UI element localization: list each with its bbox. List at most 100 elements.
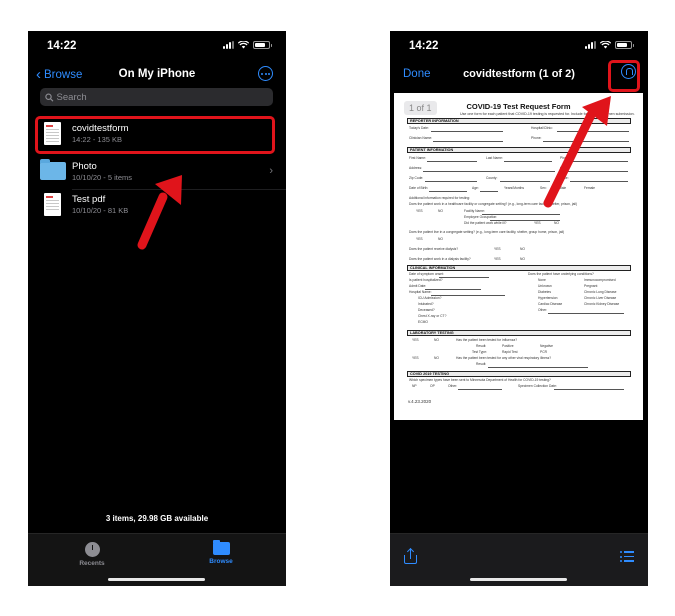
tab-browse[interactable]: Browse [191, 540, 251, 565]
files-app-screen: 14:22 ‹ Browse On My iPhone covidtestfor… [28, 31, 286, 586]
search-bar[interactable] [40, 88, 273, 106]
checkbox-option: Rapid Test [502, 350, 518, 354]
home-indicator [470, 578, 567, 581]
file-name: Photo [72, 161, 97, 172]
folder-icon [40, 159, 66, 180]
highlight-box [35, 116, 275, 154]
search-input[interactable] [56, 91, 273, 103]
file-meta: 10/10/20 - 5 items [72, 173, 133, 182]
form-field: City: [560, 166, 628, 172]
section-header: COVID 2019 TESTING [407, 371, 631, 377]
checkbox-option: Chronic Lung Disease [584, 290, 617, 294]
form-field: Other: [538, 308, 624, 314]
section-header: REPORTER INFORMATION [407, 118, 631, 124]
pdf-thumbnail-icon [44, 193, 61, 216]
form-version: v.4.23.2020 [408, 399, 432, 404]
file-row-test-pdf[interactable]: Test pdf 10/10/20 - 81 KB [28, 190, 286, 223]
form-field: Date of symptom onset: [409, 272, 489, 278]
checkbox-option: Deceased? [418, 308, 435, 312]
checkbox-option: NP [412, 384, 417, 388]
checkbox-option: Immunocompromised [584, 278, 616, 282]
checkbox-option: Chest X-ray or CT? [418, 314, 447, 318]
chevron-right-icon: › [269, 165, 273, 177]
section-header: LABORATORY TESTING [407, 330, 631, 336]
file-meta: 10/10/20 - 81 KB [72, 206, 129, 215]
form-field: Hospital Name: [409, 290, 505, 296]
checkbox-option: YES [494, 257, 501, 261]
tab-recents[interactable]: Recents [62, 542, 122, 567]
checkbox-option: NO [520, 247, 525, 251]
form-question: Is patient hospitalized? [409, 278, 443, 282]
checkbox-option: YES [416, 237, 423, 241]
signal-icon [223, 41, 234, 49]
form-field: Phone: [531, 136, 629, 142]
file-row-photo[interactable]: Photo 10/10/20 - 5 items › [28, 157, 286, 190]
pdf-viewer-screen: 14:22 Done covidtestform (1 of 2) COVID-… [390, 31, 648, 586]
checkbox-option: Pregnant [584, 284, 598, 288]
wifi-icon [600, 41, 611, 49]
checkbox-option: NO [438, 237, 443, 241]
checkbox-option: Positive [502, 344, 514, 348]
pdf-page: COVID-19 Test Request Form Use one form … [394, 93, 643, 420]
battery-icon [615, 41, 634, 49]
wifi-icon [238, 41, 249, 49]
home-indicator [108, 578, 205, 581]
form-field: Facility Name: [464, 209, 560, 215]
checkbox-option: NO [520, 257, 525, 261]
status-icons [223, 41, 272, 49]
form-question: Does the patient have underlying conditi… [528, 272, 594, 276]
form-question: Does the patient work in a dialysis faci… [409, 257, 471, 261]
form-field: Hospital/Clinic: [531, 126, 629, 132]
checkbox-option: YES [416, 209, 423, 213]
navigation-bar: ‹ Browse On My iPhone [28, 65, 286, 85]
form-field: Result: [476, 362, 588, 368]
form-field: Employee Occupation: [464, 215, 560, 221]
checkbox-option: ECMO [418, 320, 428, 324]
status-time: 14:22 [47, 40, 77, 52]
form-field: Result: [476, 344, 487, 348]
form-field: Today's Date: [409, 126, 503, 132]
checkbox-option: Hypertension [538, 296, 558, 300]
checkbox-option: YES [412, 338, 419, 342]
status-bar: 14:22 [390, 31, 648, 61]
form-question: Has the patient been tested for any othe… [456, 356, 552, 360]
checkbox-option: NO [434, 338, 439, 342]
checkbox-option: Negative [540, 344, 554, 348]
form-field: Last Name: [486, 156, 552, 162]
form-field: Address: [409, 166, 555, 172]
section-header: PATIENT INFORMATION [407, 147, 631, 153]
status-time: 14:22 [409, 40, 439, 52]
checkbox-option: ICU Admission? [418, 296, 442, 300]
checkbox-option: Unknown [538, 284, 552, 288]
form-question: Does the patient receive dialysis? [409, 247, 459, 251]
form-question: Has the patient been tested for influenz… [456, 338, 518, 342]
share-icon[interactable] [404, 549, 417, 564]
checkbox-option: Diabetes [538, 290, 552, 294]
status-icons [585, 41, 634, 49]
tab-bar: Recents Browse [28, 533, 286, 586]
form-field: Years/Months [504, 186, 525, 190]
form-field: Other: [448, 384, 502, 390]
checkbox-option: Intubated? [418, 302, 434, 306]
tab-label: Recents [79, 560, 105, 567]
checkbox-option: YES [494, 247, 501, 251]
form-field: Zip Code: [409, 176, 477, 182]
form-field: First Name: [409, 156, 477, 162]
highlight-box [608, 60, 640, 92]
checkbox-option: None [538, 278, 546, 282]
form-subtitle: Use one form for each patient that COVID… [460, 112, 635, 116]
clock-icon [84, 542, 100, 557]
checkbox-option: Cardiac Disease [538, 302, 563, 306]
checkbox-option: Chronic Liver Disease [584, 296, 617, 300]
bottom-toolbar [390, 533, 648, 586]
form-note: Additional information required for test… [409, 196, 471, 200]
list-icon[interactable] [620, 551, 634, 562]
checkbox-option: NO [438, 209, 443, 213]
form-field: Test Type: [472, 350, 487, 354]
more-options-icon[interactable] [258, 66, 273, 81]
battery-icon [253, 41, 272, 49]
checkbox-option: NO [554, 221, 559, 225]
form-field: Admit Date: [409, 284, 481, 290]
page-indicator: 1 of 1 [404, 101, 437, 115]
form-field: State: [560, 176, 628, 182]
